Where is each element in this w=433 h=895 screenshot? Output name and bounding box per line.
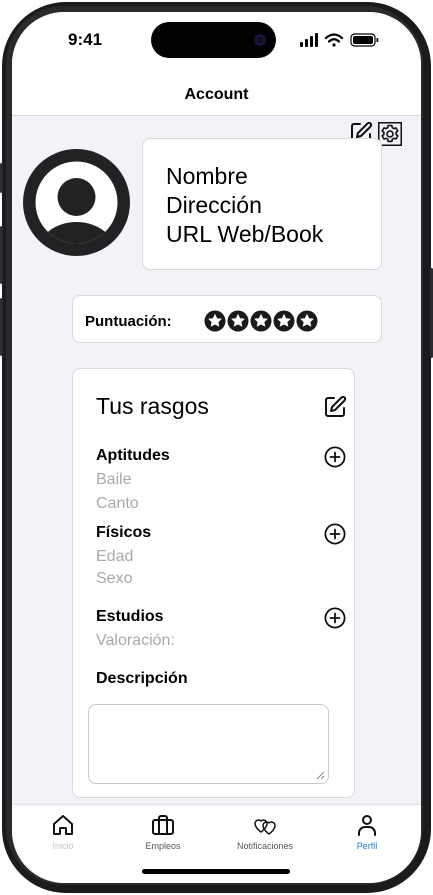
section-title-aptitudes: Aptitudes [96,447,170,464]
status-icons [300,33,379,47]
tab-label: Inicio [52,841,74,851]
volume-down-button [0,298,3,356]
rating-card: Puntuación: [72,295,382,343]
profile-url[interactable]: URL Web/Book [166,220,323,248]
star-icon [227,310,249,332]
tab-label: Notificaciones [236,841,294,851]
briefcase-icon [152,815,174,835]
section-title-estudios: Estudios [96,608,164,625]
dynamic-island [151,22,276,58]
tab-inicio[interactable]: Inicio [18,805,108,865]
profile-name: Nombre [166,163,248,189]
star-icon [204,310,226,332]
navigation-bar: Account [12,72,421,116]
screen: 9:41 Account Nombre Dirección URL Web/Bo… [12,12,421,883]
description-textarea[interactable] [88,704,329,784]
action-button [0,163,3,193]
resize-grip-icon[interactable] [315,770,325,780]
add-physical-button[interactable] [324,523,346,545]
physical-item: Edad [96,548,134,565]
aptitude-item: Baile [96,471,132,488]
page-title: Account [184,86,249,103]
hearts-icon [254,819,276,835]
physical-item: Sexo [96,570,133,587]
status-time: 9:41 [68,30,103,49]
phone-device: 9:41 Account Nombre Dirección URL Web/Bo… [0,0,433,895]
battery-icon [350,33,379,47]
home-icon [53,815,73,835]
front-camera [254,34,266,46]
settings-button[interactable] [378,122,402,146]
rating-label: Puntuación: [85,313,172,330]
volume-up-button [0,226,3,284]
avatar-icon [23,149,130,256]
person-icon [358,815,376,836]
wifi-icon [324,33,344,47]
profile-info-card: Nombre Dirección URL Web/Book [142,138,382,270]
tab-perfil[interactable]: Perfil [322,805,412,865]
star-icon [250,310,272,332]
edit-icon [325,395,347,417]
home-indicator[interactable] [142,869,290,874]
section-title-fisicos: Físicos [96,524,152,541]
signal-icon [300,33,318,47]
profile-address: Dirección [166,192,262,218]
traits-title: Tus rasgos [96,393,209,419]
tab-notificaciones[interactable]: Notificaciones [220,805,310,865]
rating-stars [204,310,318,332]
studies-item: Valoración: [96,632,175,649]
edit-traits-button[interactable] [323,395,347,419]
plus-circle-icon [324,523,346,545]
tab-label: Perfil [356,841,378,851]
add-aptitude-button[interactable] [324,446,346,468]
tab-empleos[interactable]: Empleos [118,805,208,865]
plus-circle-icon [324,607,346,629]
tab-label: Empleos [145,841,181,851]
plus-circle-icon [324,446,346,468]
status-bar: 9:41 [12,12,421,72]
gear-icon [381,124,399,143]
description-label: Descripción [96,670,188,687]
star-icon [296,310,318,332]
traits-card: Tus rasgos Aptitudes Baile Canto Físicos… [72,368,355,798]
aptitude-item: Canto [96,495,139,512]
star-icon [273,310,295,332]
add-studies-button[interactable] [324,607,346,629]
